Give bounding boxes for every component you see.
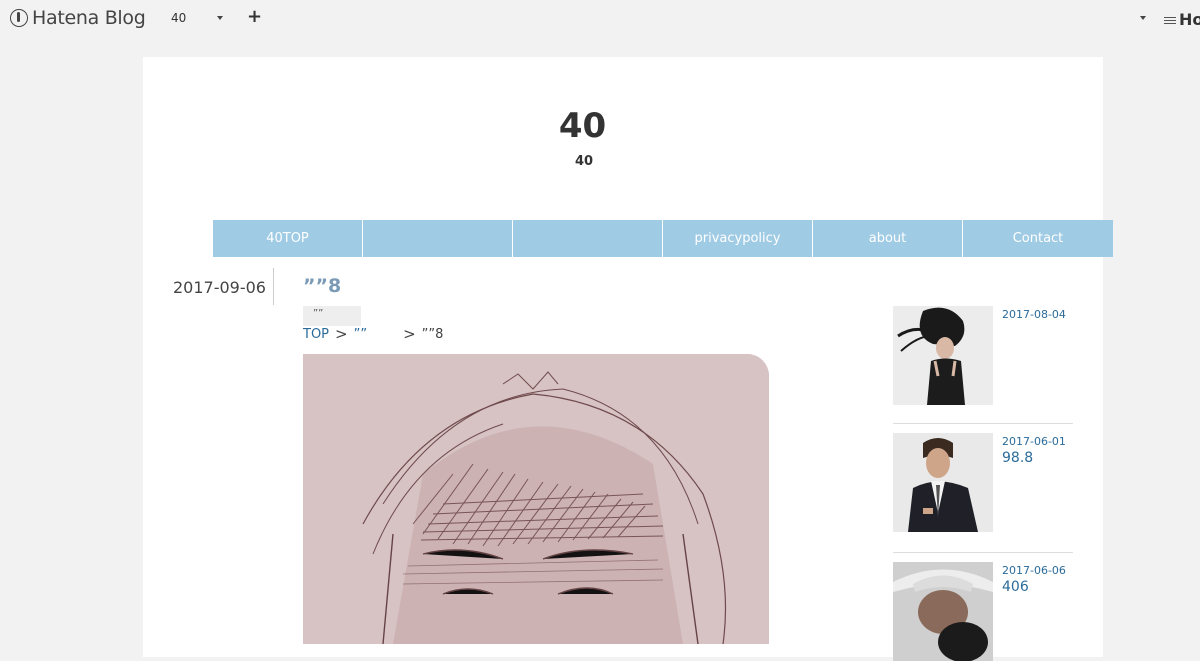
hatena-topbar: Hatena Blog 40 + Ho xyxy=(0,0,1200,38)
breadcrumb-current: ””8 xyxy=(421,326,444,342)
blog-selector[interactable]: 40 xyxy=(171,11,186,25)
nav-item-contact[interactable]: Contact xyxy=(963,220,1113,257)
cowboy-with-dog-photo-image xyxy=(893,562,993,661)
nav-item-privacypolicy[interactable]: privacypolicy xyxy=(663,220,813,257)
entry-illustration xyxy=(303,354,769,644)
entry-thumbnail[interactable] xyxy=(893,306,993,405)
nav-item-3[interactable] xyxy=(513,220,663,257)
breadcrumb: TOP > ”” > ””8 xyxy=(303,325,443,343)
entry-thumbnail[interactable] xyxy=(893,562,993,661)
entry-title[interactable]: ””8 xyxy=(303,275,341,297)
sidebar-divider xyxy=(893,423,1073,424)
breadcrumb-category[interactable]: ”” xyxy=(354,327,367,342)
date-divider xyxy=(273,268,274,305)
woman-photo-image xyxy=(893,306,993,405)
hatena-blog-logo[interactable]: Hatena Blog xyxy=(10,7,146,29)
nav-item-2[interactable] xyxy=(363,220,513,257)
right-brand: Ho xyxy=(1179,10,1200,29)
nav-item-about[interactable]: about xyxy=(813,220,963,257)
nav-item-top[interactable]: 40TOP xyxy=(213,220,363,257)
breadcrumb-separator: > xyxy=(403,325,416,343)
man-in-suit-photo-image xyxy=(893,433,993,532)
sidebar-divider xyxy=(893,552,1073,553)
category-chip[interactable]: ”” xyxy=(303,306,361,326)
hatena-account-menu[interactable]: Ho xyxy=(1163,10,1200,29)
global-nav: 40TOP privacypolicy about Contact xyxy=(213,220,1113,257)
blog-description: 40 xyxy=(574,154,594,169)
hatena-cloud-icon xyxy=(1163,15,1177,25)
breadcrumb-separator: > xyxy=(335,325,348,343)
sketch-portrait-image xyxy=(303,354,769,644)
hatena-logo-icon xyxy=(10,9,28,27)
breadcrumb-top[interactable]: TOP xyxy=(303,327,329,342)
add-button[interactable]: + xyxy=(247,7,262,27)
sidebar-entry-title[interactable]: 406 xyxy=(1002,579,1029,595)
brand-name: Hatena Blog xyxy=(32,7,146,29)
blog-title[interactable]: 40 xyxy=(0,106,1165,146)
chevron-down-icon[interactable] xyxy=(217,16,223,20)
entry-thumbnail[interactable] xyxy=(893,433,993,532)
sidebar-entry-date[interactable]: 2017-06-06 xyxy=(1002,564,1066,577)
chevron-down-icon[interactable] xyxy=(1140,16,1146,20)
entry-date[interactable]: 2017-09-06 xyxy=(173,278,266,297)
sidebar-entry-date[interactable]: 2017-06-01 xyxy=(1002,435,1066,448)
sidebar-entry-date[interactable]: 2017-08-04 xyxy=(1002,308,1066,321)
sidebar-entry-title[interactable]: 98.8 xyxy=(1002,450,1033,466)
